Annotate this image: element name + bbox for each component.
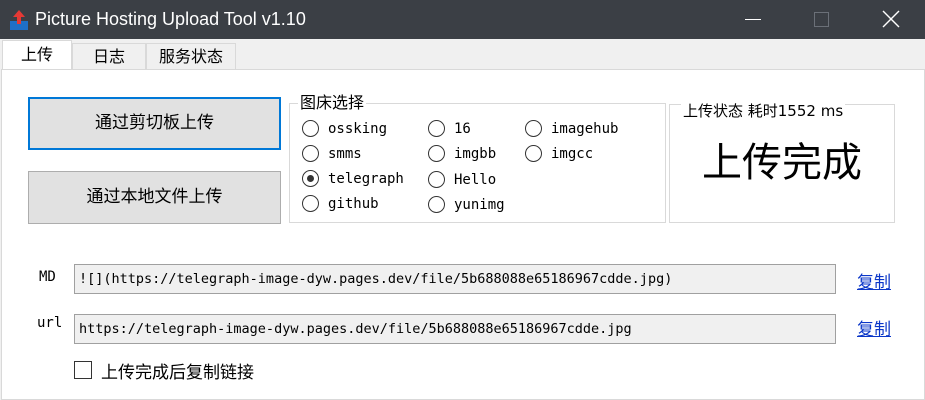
upload-status-message: 上传完成	[702, 140, 862, 186]
radio-circle	[428, 171, 445, 188]
radio-circle	[428, 196, 445, 213]
host-selection-legend: 图床选择	[300, 93, 365, 112]
maximize-icon	[814, 12, 829, 27]
md-link-field[interactable]: ![](https://telegraph-image-dyw.pages.de…	[74, 264, 836, 294]
url-label: url	[37, 315, 63, 331]
radio-circle	[428, 145, 445, 162]
close-button[interactable]	[868, 0, 914, 39]
auto-copy-label[interactable]: 上传完成后复制链接	[101, 358, 254, 383]
window-title: Picture Hosting Upload Tool v1.10	[35, 9, 306, 29]
upload-status-legend: 上传状态 耗时1552 ms	[681, 100, 846, 121]
tab-service-status[interactable]: 服务状态	[146, 43, 236, 70]
copy-md-link[interactable]: 复制	[857, 268, 891, 293]
radio-circle	[428, 120, 445, 137]
radio-circle-checked	[302, 170, 319, 187]
md-label: MD	[39, 269, 56, 285]
tab-upload[interactable]: 上传	[2, 40, 72, 71]
upload-arrow-icon	[10, 10, 28, 30]
radio-circle	[302, 195, 319, 212]
copy-url-link[interactable]: 复制	[857, 315, 891, 340]
radio-circle	[302, 120, 319, 137]
minimize-icon	[745, 19, 761, 20]
host-selection-group: 图床选择 ossking smms telegraph github 16 im…	[289, 94, 666, 223]
upload-panel: 通过剪切板上传 通过本地文件上传 图床选择 ossking smms teleg…	[1, 69, 925, 400]
radio-circle	[525, 145, 542, 162]
minimize-button[interactable]	[730, 0, 776, 39]
clipboard-upload-button[interactable]: 通过剪切板上传	[28, 97, 281, 150]
local-file-upload-button[interactable]: 通过本地文件上传	[28, 171, 281, 224]
upload-status-group: 上传状态 耗时1552 ms 上传完成	[669, 100, 895, 223]
close-icon	[882, 10, 900, 28]
maximize-button[interactable]	[798, 0, 844, 39]
radio-circle	[525, 120, 542, 137]
url-link-field[interactable]: https://telegraph-image-dyw.pages.dev/fi…	[74, 314, 836, 344]
auto-copy-checkbox[interactable]	[74, 361, 92, 379]
tab-log[interactable]: 日志	[72, 43, 146, 70]
title-bar: Picture Hosting Upload Tool v1.10	[0, 0, 925, 39]
tab-strip: 上传 日志 服务状态	[0, 40, 925, 71]
radio-circle	[302, 145, 319, 162]
